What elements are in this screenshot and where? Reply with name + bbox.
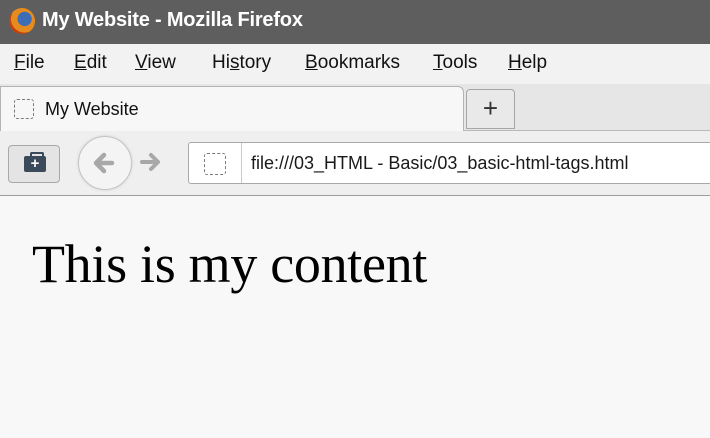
page-identity-icon xyxy=(204,153,226,175)
url-bar[interactable]: file:///03_HTML - Basic/03_basic-html-ta… xyxy=(188,142,710,184)
menu-history[interactable]: History xyxy=(212,52,271,74)
menu-view[interactable]: View xyxy=(135,52,176,74)
tab-label: My Website xyxy=(45,99,139,119)
back-button[interactable] xyxy=(78,136,132,190)
forward-button[interactable] xyxy=(136,147,166,177)
firefox-logo-icon xyxy=(9,8,35,34)
menu-help[interactable]: Help xyxy=(508,52,547,74)
page-heading: This is my content xyxy=(32,234,428,294)
menu-edit[interactable]: Edit xyxy=(74,52,107,74)
back-arrow-icon xyxy=(93,152,115,174)
menu-bookmarks[interactable]: Bookmarks xyxy=(305,52,400,74)
tab-my-website[interactable]: My Website xyxy=(0,86,464,131)
title-bar: My Website - Mozilla Firefox xyxy=(0,0,710,45)
navigation-bar: + file:///03_HTML - Basic/03_basic-html-… xyxy=(0,131,710,196)
url-text[interactable]: file:///03_HTML - Basic/03_basic-html-ta… xyxy=(251,153,628,174)
home-button[interactable]: + xyxy=(8,145,60,183)
site-identity-button[interactable] xyxy=(189,143,242,183)
forward-arrow-icon xyxy=(140,153,160,171)
new-tab-button[interactable]: + xyxy=(466,89,515,129)
menu-file[interactable]: File xyxy=(14,52,45,74)
default-favicon-icon xyxy=(14,99,34,119)
tab-strip: My Website + xyxy=(0,84,710,131)
browser-window: My Website - Mozilla Firefox File Edit V… xyxy=(0,0,710,438)
page-content: This is my content xyxy=(0,196,710,438)
menu-bar: File Edit View History Bookmarks Tools H… xyxy=(0,44,710,84)
window-title: My Website - Mozilla Firefox xyxy=(42,9,303,31)
menu-tools[interactable]: Tools xyxy=(433,52,477,74)
